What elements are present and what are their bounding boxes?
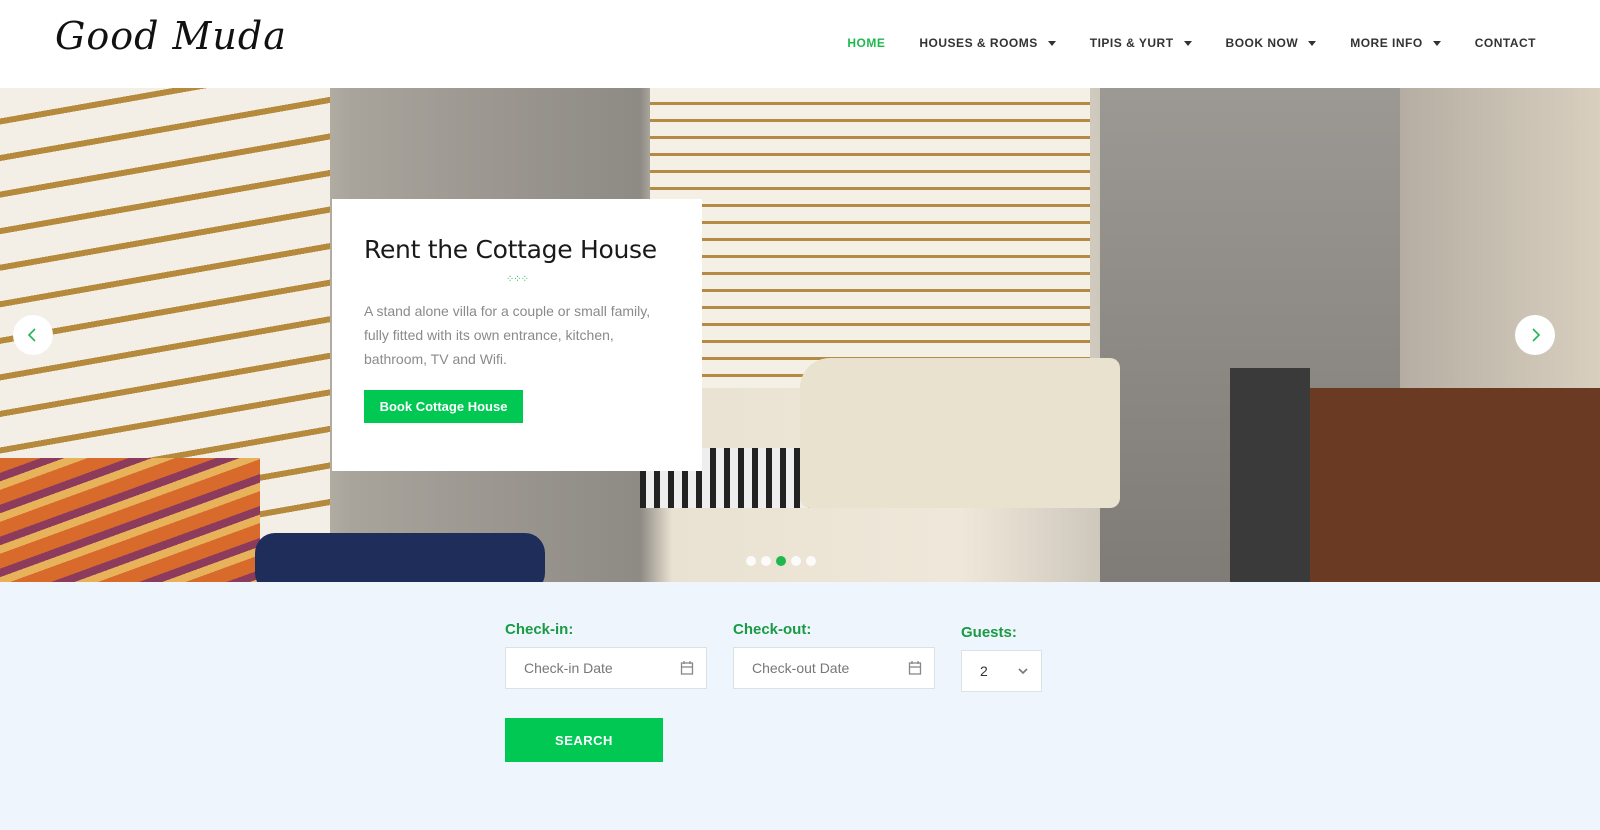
slider-prev-button[interactable] <box>13 315 53 355</box>
chevron-left-icon <box>27 328 36 342</box>
search-button[interactable]: SEARCH <box>505 718 663 762</box>
caret-down-icon <box>1047 40 1056 46</box>
slider-next-button[interactable] <box>1515 315 1555 355</box>
nav-more-info[interactable]: MORE INFO <box>1350 36 1441 50</box>
checkout-label: Check-out: <box>733 621 812 638</box>
nav-label: HOUSES & ROOMS <box>919 36 1038 50</box>
nav-label: CONTACT <box>1474 36 1536 50</box>
checkin-input[interactable]: Check-in Date <box>505 647 707 689</box>
nav-tipis-yurt[interactable]: TIPIS & YURT <box>1090 36 1192 50</box>
caret-down-icon <box>1183 40 1192 46</box>
slider-dot[interactable] <box>806 556 816 566</box>
slider-dot[interactable] <box>761 556 771 566</box>
slide-title: Rent the Cottage House <box>364 235 657 264</box>
calendar-icon <box>908 661 922 675</box>
checkin-label: Check-in: <box>505 621 574 638</box>
cushion <box>255 533 545 582</box>
decorative-divider-icon: ⁘⁘⁘ <box>505 274 529 285</box>
guests-value: 2 <box>980 663 988 679</box>
slider-dot-active[interactable] <box>776 556 786 566</box>
stove <box>1230 368 1310 582</box>
checkin-placeholder: Check-in Date <box>524 660 613 676</box>
slider-dot[interactable] <box>746 556 756 566</box>
main-nav: HOME HOUSES & ROOMS TIPIS & YURT BOOK NO… <box>813 36 1536 50</box>
hero-slider-image <box>0 88 1600 582</box>
nav-houses-rooms[interactable]: HOUSES & ROOMS <box>919 36 1056 50</box>
nav-label: TIPIS & YURT <box>1089 36 1174 50</box>
chevron-down-icon <box>1018 668 1028 675</box>
slide-description: A stand alone villa for a couple or smal… <box>364 303 651 367</box>
caret-down-icon <box>1308 40 1317 46</box>
guests-label: Guests: <box>961 624 1017 641</box>
caret-down-icon <box>1432 40 1441 46</box>
nav-label: MORE INFO <box>1350 36 1423 50</box>
nav-contact[interactable]: CONTACT <box>1475 36 1536 50</box>
bed <box>800 358 1120 508</box>
nav-home[interactable]: HOME <box>847 36 885 50</box>
slider-pagination <box>746 556 816 566</box>
nav-label: HOME <box>847 36 886 50</box>
site-header: Good Muda HOME HOUSES & ROOMS TIPIS & YU… <box>0 0 1600 88</box>
cabinet <box>1310 388 1600 582</box>
guests-select[interactable]: 2 <box>961 650 1042 692</box>
book-cottage-button[interactable]: Book Cottage House <box>364 390 523 423</box>
chevron-right-icon <box>1532 328 1541 342</box>
bamboo-wall <box>650 88 1090 388</box>
slider-dot[interactable] <box>791 556 801 566</box>
checkout-input[interactable]: Check-out Date <box>733 647 935 689</box>
nav-book-now[interactable]: BOOK NOW <box>1226 36 1317 50</box>
checkout-placeholder: Check-out Date <box>752 660 850 676</box>
calendar-icon <box>680 661 694 675</box>
nav-label: BOOK NOW <box>1225 36 1299 50</box>
logo[interactable]: Good Muda <box>55 14 287 58</box>
sofa <box>0 458 260 582</box>
slide-caption-card: Rent the Cottage House ⁘⁘⁘ A stand alone… <box>332 199 702 471</box>
